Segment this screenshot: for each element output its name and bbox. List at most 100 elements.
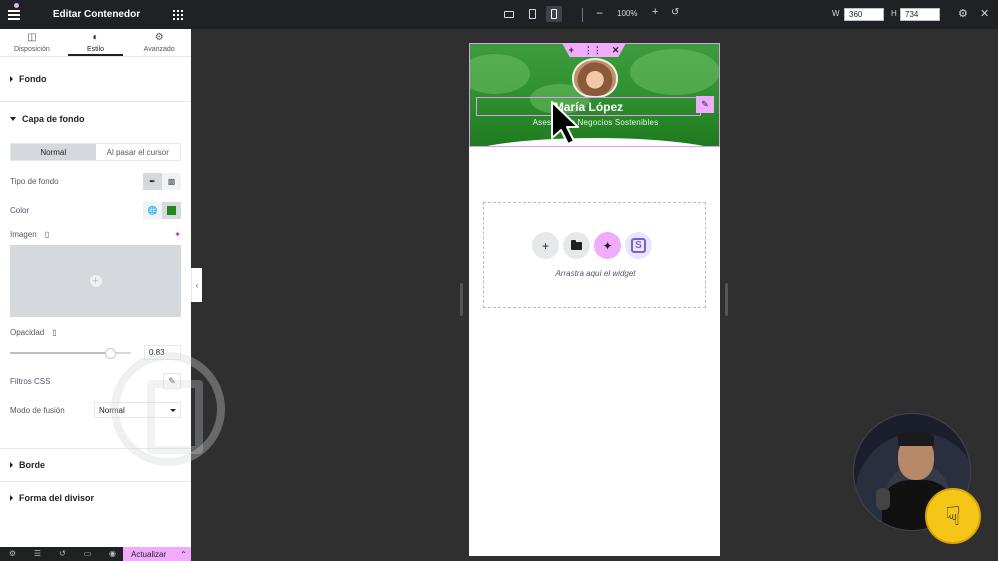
filtros-label: Filtros CSS bbox=[10, 376, 51, 386]
tab-avanzado[interactable]: ⚙ Avanzado bbox=[127, 29, 191, 56]
settings-icon[interactable]: ⚙ bbox=[0, 547, 25, 561]
tab-estilo[interactable]: ◐ Estilo bbox=[64, 29, 128, 56]
panel-tabs: ◫ Disposición ◐ Estilo ⚙ Avanzado bbox=[0, 29, 191, 57]
drag-handle-icon[interactable]: ⋮⋮ bbox=[584, 45, 602, 56]
chevron-left-icon: ‹ bbox=[195, 280, 199, 290]
dropzone-hint: Arrastra aquí el widget bbox=[555, 269, 636, 278]
tipo-fondo-label: Tipo de fondo bbox=[10, 176, 59, 186]
state-normal-button[interactable]: Normal bbox=[11, 144, 96, 160]
desktop-icon bbox=[504, 10, 514, 18]
fusion-label: Modo de fusión bbox=[10, 405, 65, 415]
width-label: W bbox=[832, 9, 840, 18]
hamburger-menu-icon[interactable] bbox=[8, 9, 20, 20]
plus-icon: + bbox=[541, 238, 549, 253]
gear-icon: ⚙ bbox=[154, 31, 164, 43]
add-section-button[interactable]: + bbox=[532, 232, 559, 259]
microphone-icon bbox=[876, 488, 890, 510]
container-toolbar: + ⋮⋮ ✕ bbox=[562, 43, 626, 57]
editor-sidebar: Editar Contenedor ◫ Disposición ◐ Estilo… bbox=[0, 0, 225, 561]
layers-icon[interactable]: ☰ bbox=[25, 547, 50, 561]
color-row: Color 🌐 bbox=[10, 201, 181, 219]
preview-eye-icon[interactable]: ◉ bbox=[100, 547, 125, 561]
folder-icon bbox=[571, 239, 582, 250]
opacity-slider[interactable] bbox=[10, 347, 131, 359]
opacity-slider-thumb[interactable] bbox=[105, 347, 117, 359]
sidebar-header: Editar Contenedor bbox=[0, 0, 191, 29]
section-capa-de-fondo: Capa de fondo Normal Al pasar el cursor … bbox=[0, 102, 191, 449]
widgets-grid-icon[interactable] bbox=[172, 9, 183, 20]
zoom-out-icon[interactable]: − bbox=[596, 6, 603, 20]
gear-icon[interactable]: ⚙ bbox=[958, 7, 968, 20]
widget-dropzone[interactable]: + ✦ S Arrastra aquí el widget bbox=[483, 202, 706, 308]
sidebar-title: Editar Contenedor bbox=[52, 9, 141, 20]
caret-right-icon bbox=[10, 462, 13, 468]
state-toggle: Normal Al pasar el cursor bbox=[10, 143, 181, 161]
tab-disposicion[interactable]: ◫ Disposición bbox=[0, 29, 64, 56]
state-hover-button[interactable]: Al pasar el cursor bbox=[96, 144, 181, 160]
width-input[interactable]: 360 bbox=[844, 8, 884, 21]
ai-sparkle-icon: ✦ bbox=[602, 238, 613, 253]
heading-name[interactable]: María López bbox=[476, 97, 701, 116]
history-icon[interactable]: ↺ bbox=[50, 547, 75, 561]
section-capa-head[interactable]: Capa de fondo bbox=[10, 103, 181, 135]
edit-pencil-icon[interactable]: ✎ bbox=[163, 373, 181, 389]
add-icon[interactable]: + bbox=[569, 45, 574, 55]
avatar bbox=[572, 58, 618, 98]
opacity-input[interactable]: 0.83 bbox=[144, 345, 181, 360]
height-input[interactable]: 734 bbox=[900, 8, 940, 21]
half-circle-icon: ◐ bbox=[92, 31, 99, 43]
imagen-row: Imagen ▯ ✦ bbox=[10, 227, 181, 241]
image-picker[interactable]: + bbox=[10, 245, 181, 317]
caret-right-icon bbox=[10, 76, 13, 82]
resize-grip-left[interactable] bbox=[460, 283, 463, 316]
color-swatch[interactable] bbox=[162, 201, 181, 219]
mobile-device-icon[interactable]: ▯ bbox=[45, 230, 49, 239]
fusion-row: Modo de fusión Normal bbox=[10, 402, 181, 418]
close-icon[interactable]: ✕ bbox=[980, 7, 989, 20]
opacidad-label: Opacidad bbox=[10, 327, 45, 337]
caret-right-icon bbox=[10, 495, 13, 501]
hero-container[interactable]: María López Asesora en Negocios Sostenib… bbox=[469, 43, 720, 147]
caret-down-icon bbox=[10, 117, 16, 121]
mobile-icon bbox=[551, 9, 557, 19]
imagen-label: Imagen bbox=[10, 229, 37, 239]
responsive-icon[interactable]: ▭ bbox=[75, 547, 100, 561]
mobile-device-icon[interactable]: ▯ bbox=[52, 328, 56, 337]
ai-generate-button[interactable]: ✦ bbox=[594, 232, 621, 259]
edit-pencil-icon[interactable]: ✎ bbox=[696, 96, 714, 113]
starter-templates-button[interactable]: S bbox=[625, 232, 652, 259]
tipo-fondo-row: Tipo de fondo ✒ ▩ bbox=[10, 172, 181, 190]
pointing-hand-icon: ☟ bbox=[925, 488, 981, 544]
section-forma-divisor[interactable]: Forma del divisor bbox=[0, 482, 191, 515]
chevron-up-icon[interactable]: ⌃ bbox=[180, 550, 187, 559]
chevron-down-icon bbox=[170, 408, 176, 412]
device-mobile-button[interactable] bbox=[546, 6, 562, 22]
mobile-preview-frame: María López Asesora en Negocios Sostenib… bbox=[469, 43, 720, 556]
opacidad-row: Opacidad ▯ bbox=[10, 326, 181, 338]
s-logo-icon: S bbox=[631, 238, 646, 253]
sidebar-footer: ⚙ ☰ ↺ ▭ ◉ Actualizar ⌃ bbox=[0, 547, 191, 561]
heading-subtitle[interactable]: Asesora en Negocios Sostenibles bbox=[470, 118, 719, 127]
close-icon[interactable]: ✕ bbox=[612, 45, 620, 56]
globe-icon[interactable]: 🌐 bbox=[143, 201, 162, 219]
blend-mode-select[interactable]: Normal bbox=[94, 402, 181, 418]
tablet-icon bbox=[528, 9, 536, 19]
zoom-in-icon[interactable]: + bbox=[652, 6, 658, 18]
section-borde[interactable]: Borde bbox=[0, 449, 191, 482]
resize-grip-right[interactable] bbox=[725, 283, 728, 316]
section-fondo[interactable]: Fondo bbox=[0, 57, 191, 102]
reset-zoom-icon[interactable]: ↺ bbox=[671, 7, 679, 18]
height-label: H bbox=[891, 9, 897, 18]
template-library-button[interactable] bbox=[563, 232, 590, 259]
zoom-level: 100% bbox=[617, 9, 638, 18]
device-tablet-button[interactable] bbox=[524, 6, 540, 22]
device-desktop-button[interactable] bbox=[501, 6, 517, 22]
mouse-pointer-icon bbox=[551, 101, 579, 145]
gradient-icon[interactable]: ▩ bbox=[162, 172, 181, 190]
brush-icon[interactable]: ✒ bbox=[143, 172, 162, 190]
collapse-panel-handle[interactable]: ‹ bbox=[191, 268, 202, 302]
ai-sparkle-icon[interactable]: ✦ bbox=[174, 230, 181, 239]
top-toolbar: − 100% + ↺ W 360 H 734 ⚙ ✕ bbox=[191, 0, 998, 29]
opacidad-control: 0.83 bbox=[10, 345, 181, 360]
update-button[interactable]: Actualizar ⌃ bbox=[123, 547, 191, 561]
